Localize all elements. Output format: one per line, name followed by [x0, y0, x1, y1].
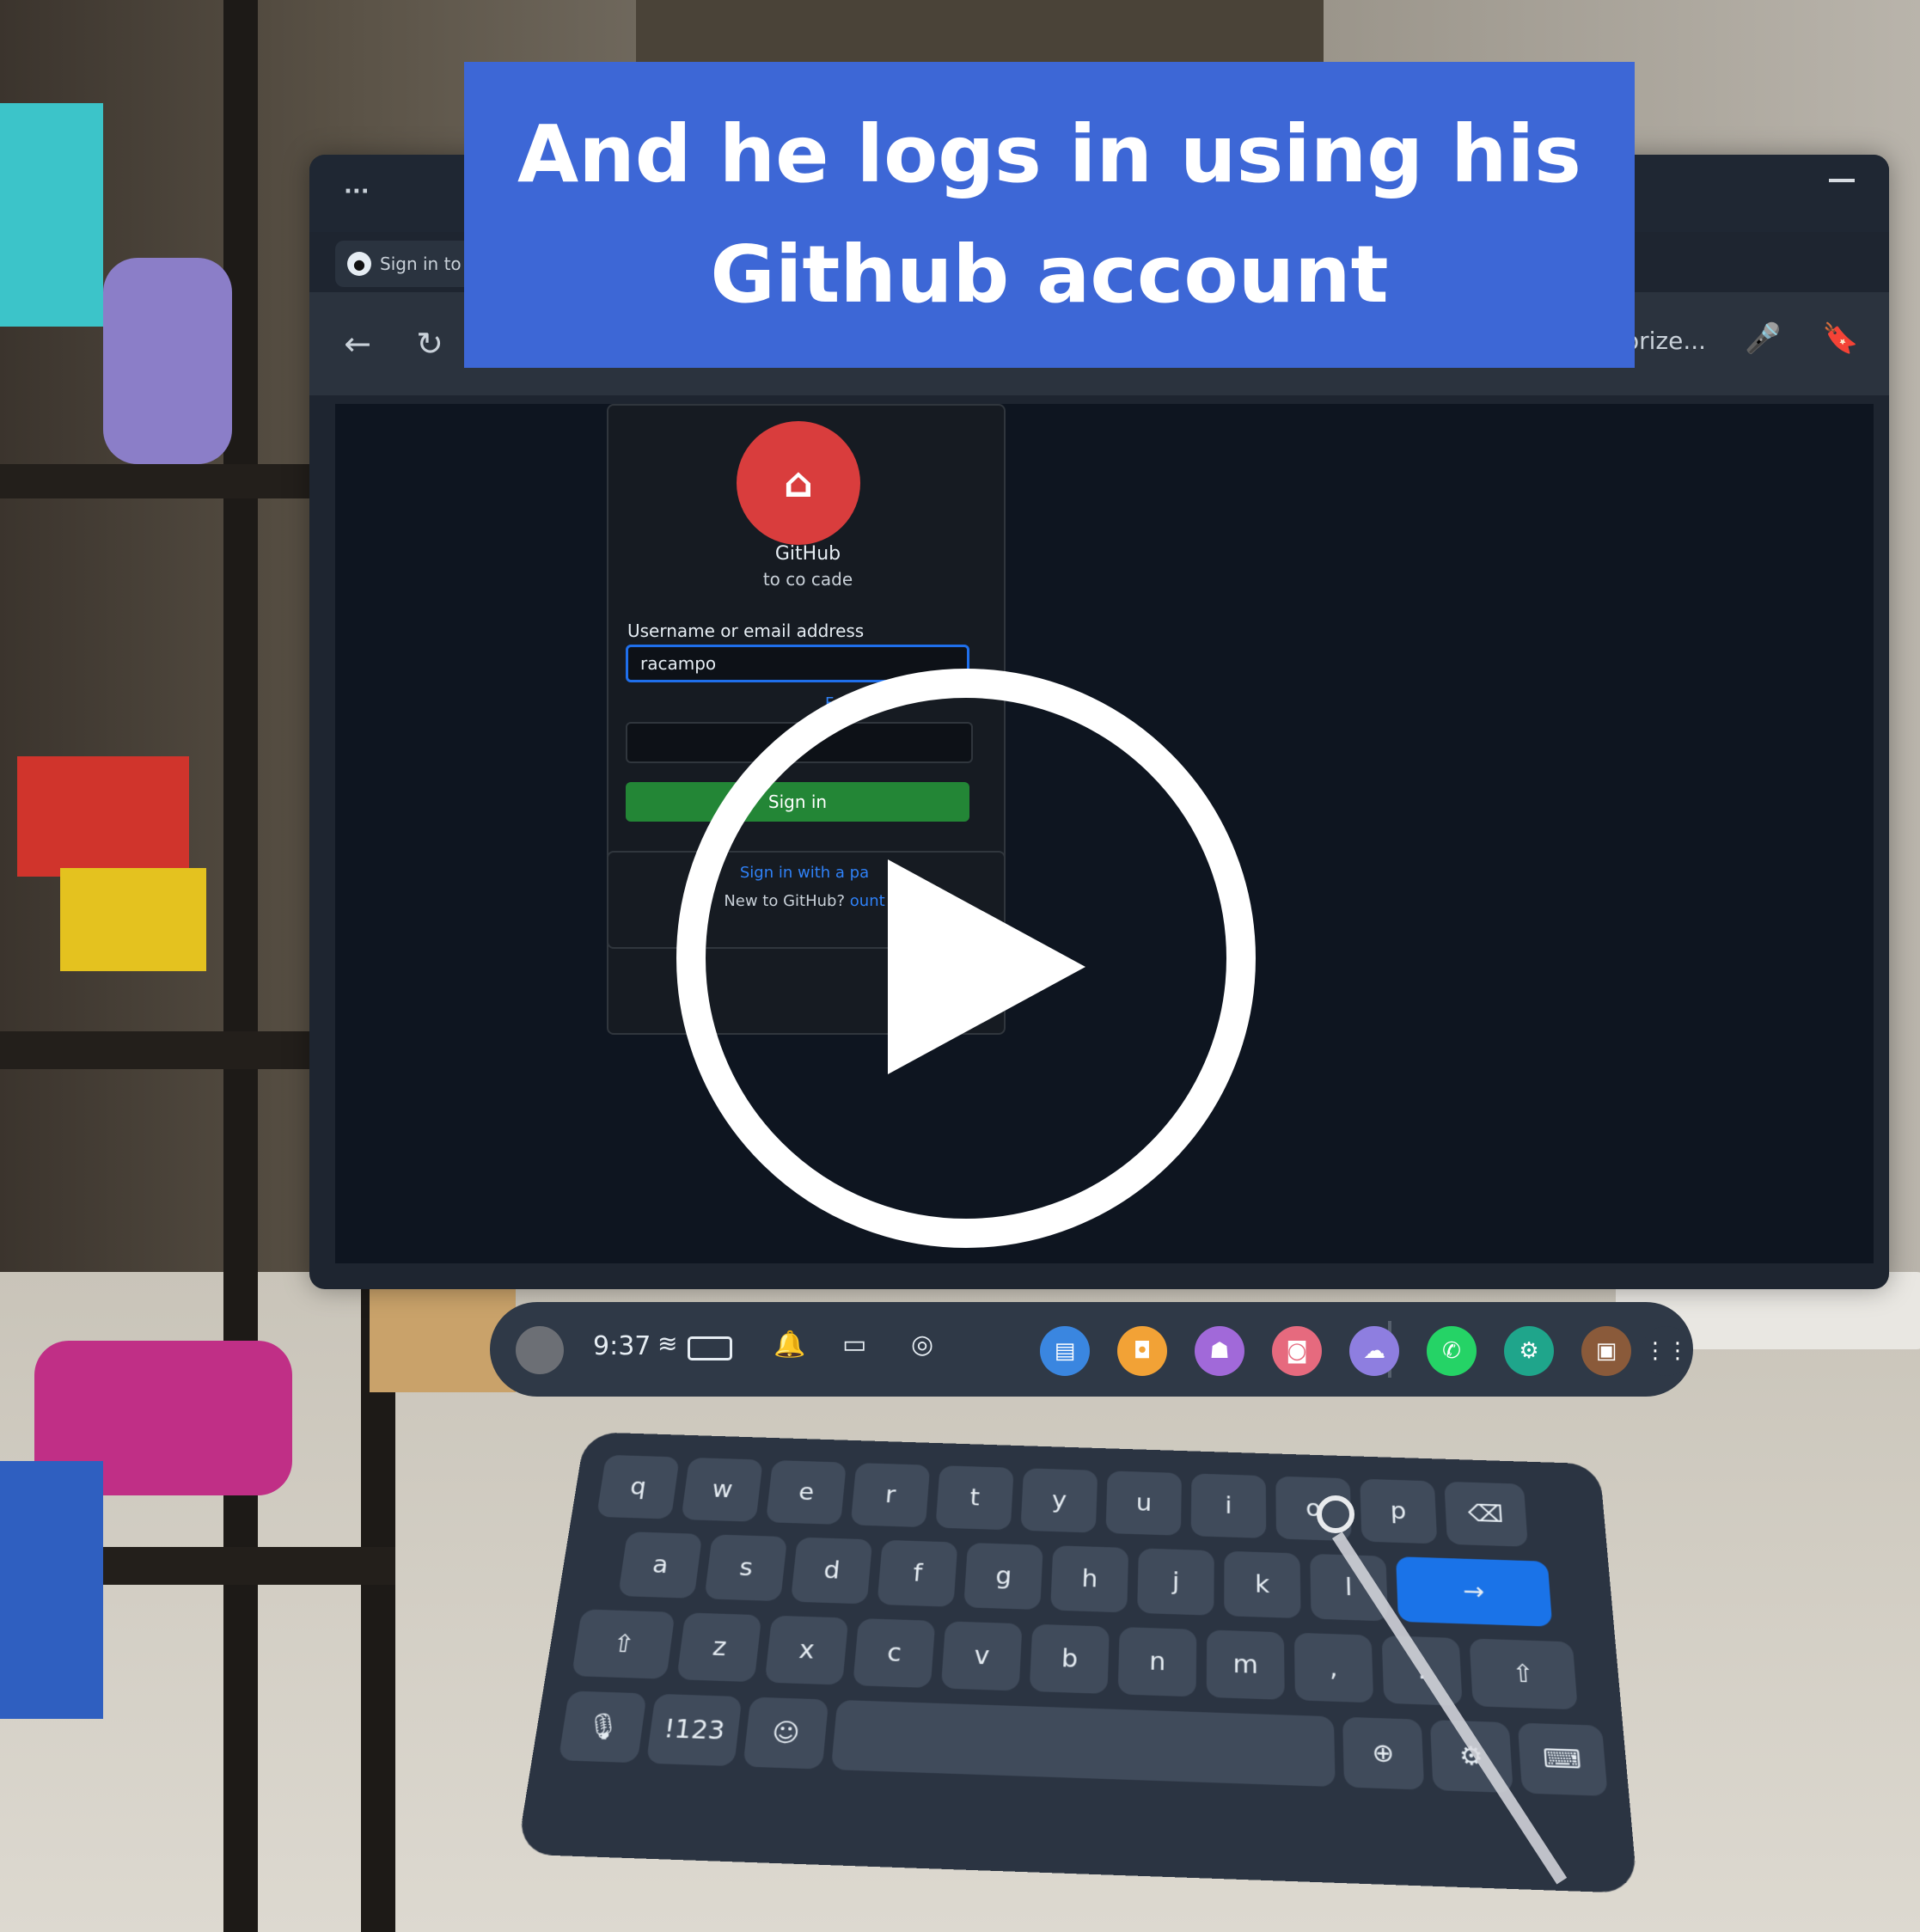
key-n[interactable]: n — [1117, 1627, 1197, 1697]
key-e[interactable]: e — [765, 1459, 847, 1525]
key-h[interactable]: h — [1050, 1545, 1129, 1613]
app-people-icon[interactable]: ☗ — [1195, 1326, 1244, 1376]
space-key[interactable] — [830, 1699, 1336, 1788]
controller-cursor — [1317, 1495, 1354, 1533]
shift-key-right[interactable]: ⇧ — [1469, 1638, 1578, 1710]
app-store-icon[interactable]: ▤ — [1040, 1326, 1090, 1376]
books-top — [636, 0, 1324, 69]
app-whatsapp-icon[interactable]: ✆ — [1427, 1326, 1477, 1376]
app-game-icon[interactable]: ▣ — [1581, 1326, 1631, 1376]
app-logo-icon: ⌂ — [783, 459, 814, 507]
decor-book — [17, 756, 189, 877]
sign-in-title: GitHub — [774, 543, 841, 565]
video-caption: And he logs in using his Github account — [464, 62, 1635, 368]
hide-keyboard-key[interactable]: ⌨ — [1517, 1722, 1608, 1796]
battery-icon — [688, 1336, 732, 1360]
caption-line-1: And he logs in using his — [517, 108, 1581, 200]
key-k[interactable]: k — [1224, 1550, 1301, 1619]
emoji-key[interactable]: ☺ — [743, 1697, 829, 1770]
continue-to-text: to co cade — [762, 569, 853, 590]
app-avatar: ⌂ — [737, 421, 860, 545]
key-p[interactable]: p — [1360, 1478, 1438, 1544]
rubiks-cube — [60, 868, 206, 971]
username-label: Username or email address — [627, 621, 865, 641]
app-bag-icon[interactable]: ◘ — [1117, 1326, 1167, 1376]
key-j[interactable]: j — [1137, 1548, 1214, 1616]
key-a[interactable]: a — [618, 1532, 703, 1599]
decor-bin — [0, 1461, 103, 1719]
key-b[interactable]: b — [1029, 1623, 1110, 1694]
globe-key[interactable]: ⊕ — [1342, 1716, 1425, 1790]
caption-line-2: Github account — [710, 229, 1389, 321]
app-camera-icon[interactable]: ◙ — [1272, 1326, 1322, 1376]
key-u[interactable]: u — [1105, 1470, 1182, 1536]
app-chat-icon[interactable]: ☁ — [1349, 1326, 1399, 1376]
key-v[interactable]: v — [940, 1621, 1023, 1691]
key-x[interactable]: x — [764, 1615, 849, 1685]
wifi-icon: ≋ — [657, 1330, 678, 1358]
user-avatar[interactable] — [516, 1326, 564, 1374]
window-menu-button[interactable]: ··· — [344, 179, 370, 205]
clock: 9:37 — [593, 1331, 651, 1361]
key-w[interactable]: w — [681, 1457, 763, 1522]
backspace-key[interactable]: ⌫ — [1444, 1481, 1528, 1547]
decor-box — [0, 103, 103, 327]
numbers-key[interactable]: !123 — [645, 1693, 743, 1767]
key-s[interactable]: s — [704, 1534, 788, 1602]
app-settings-icon[interactable]: ⚙ — [1504, 1326, 1554, 1376]
key-m[interactable]: m — [1206, 1629, 1285, 1700]
play-icon — [888, 859, 1085, 1074]
shift-key-left[interactable]: ⇧ — [571, 1609, 676, 1679]
key-r[interactable]: r — [850, 1463, 931, 1528]
github-tab-icon: ● — [347, 252, 371, 276]
microphone-icon[interactable]: 🎤 — [1745, 321, 1781, 356]
key-y[interactable]: y — [1020, 1468, 1098, 1533]
shelf-board — [0, 464, 327, 498]
app-grid-icon[interactable]: ⋮⋮ — [1642, 1326, 1691, 1376]
bookmark-icon[interactable]: 🔖 — [1822, 321, 1858, 356]
reload-icon[interactable]: ↻ — [404, 318, 456, 370]
key-c[interactable]: c — [853, 1618, 936, 1689]
key-z[interactable]: z — [676, 1612, 762, 1683]
back-arrow-icon[interactable]: ← — [332, 318, 383, 370]
cast-icon[interactable]: ▭ — [842, 1330, 866, 1360]
decor-figure — [103, 258, 232, 464]
key-d[interactable]: d — [790, 1537, 873, 1605]
bell-icon[interactable]: 🔔 — [774, 1330, 805, 1360]
key-f[interactable]: f — [877, 1539, 958, 1607]
enter-key[interactable]: → — [1396, 1556, 1553, 1627]
headset-icon[interactable]: ◎ — [911, 1330, 933, 1360]
key-t[interactable]: t — [935, 1465, 1014, 1531]
address-bar-text[interactable]: orize... — [1624, 327, 1706, 355]
system-taskbar: 9:37 ≋ 🔔 ▭ ◎ ▤ ◘ ☗ ◙ ☁ ✆ ⚙ ▣ ⋮⋮ — [490, 1302, 1693, 1397]
key-i[interactable]: i — [1190, 1473, 1267, 1538]
voice-input-key[interactable]: 🎙 — [558, 1690, 647, 1764]
key-comma[interactable]: , — [1293, 1632, 1374, 1703]
minimize-button[interactable] — [1829, 179, 1855, 182]
key-g[interactable]: g — [963, 1542, 1043, 1611]
virtual-keyboard: qwertyuiop⌫asdfghjkl→⇧zxcvbnm,.⇧🎙!123☺⊕⚙… — [516, 1432, 1638, 1894]
key-q[interactable]: q — [596, 1454, 680, 1519]
